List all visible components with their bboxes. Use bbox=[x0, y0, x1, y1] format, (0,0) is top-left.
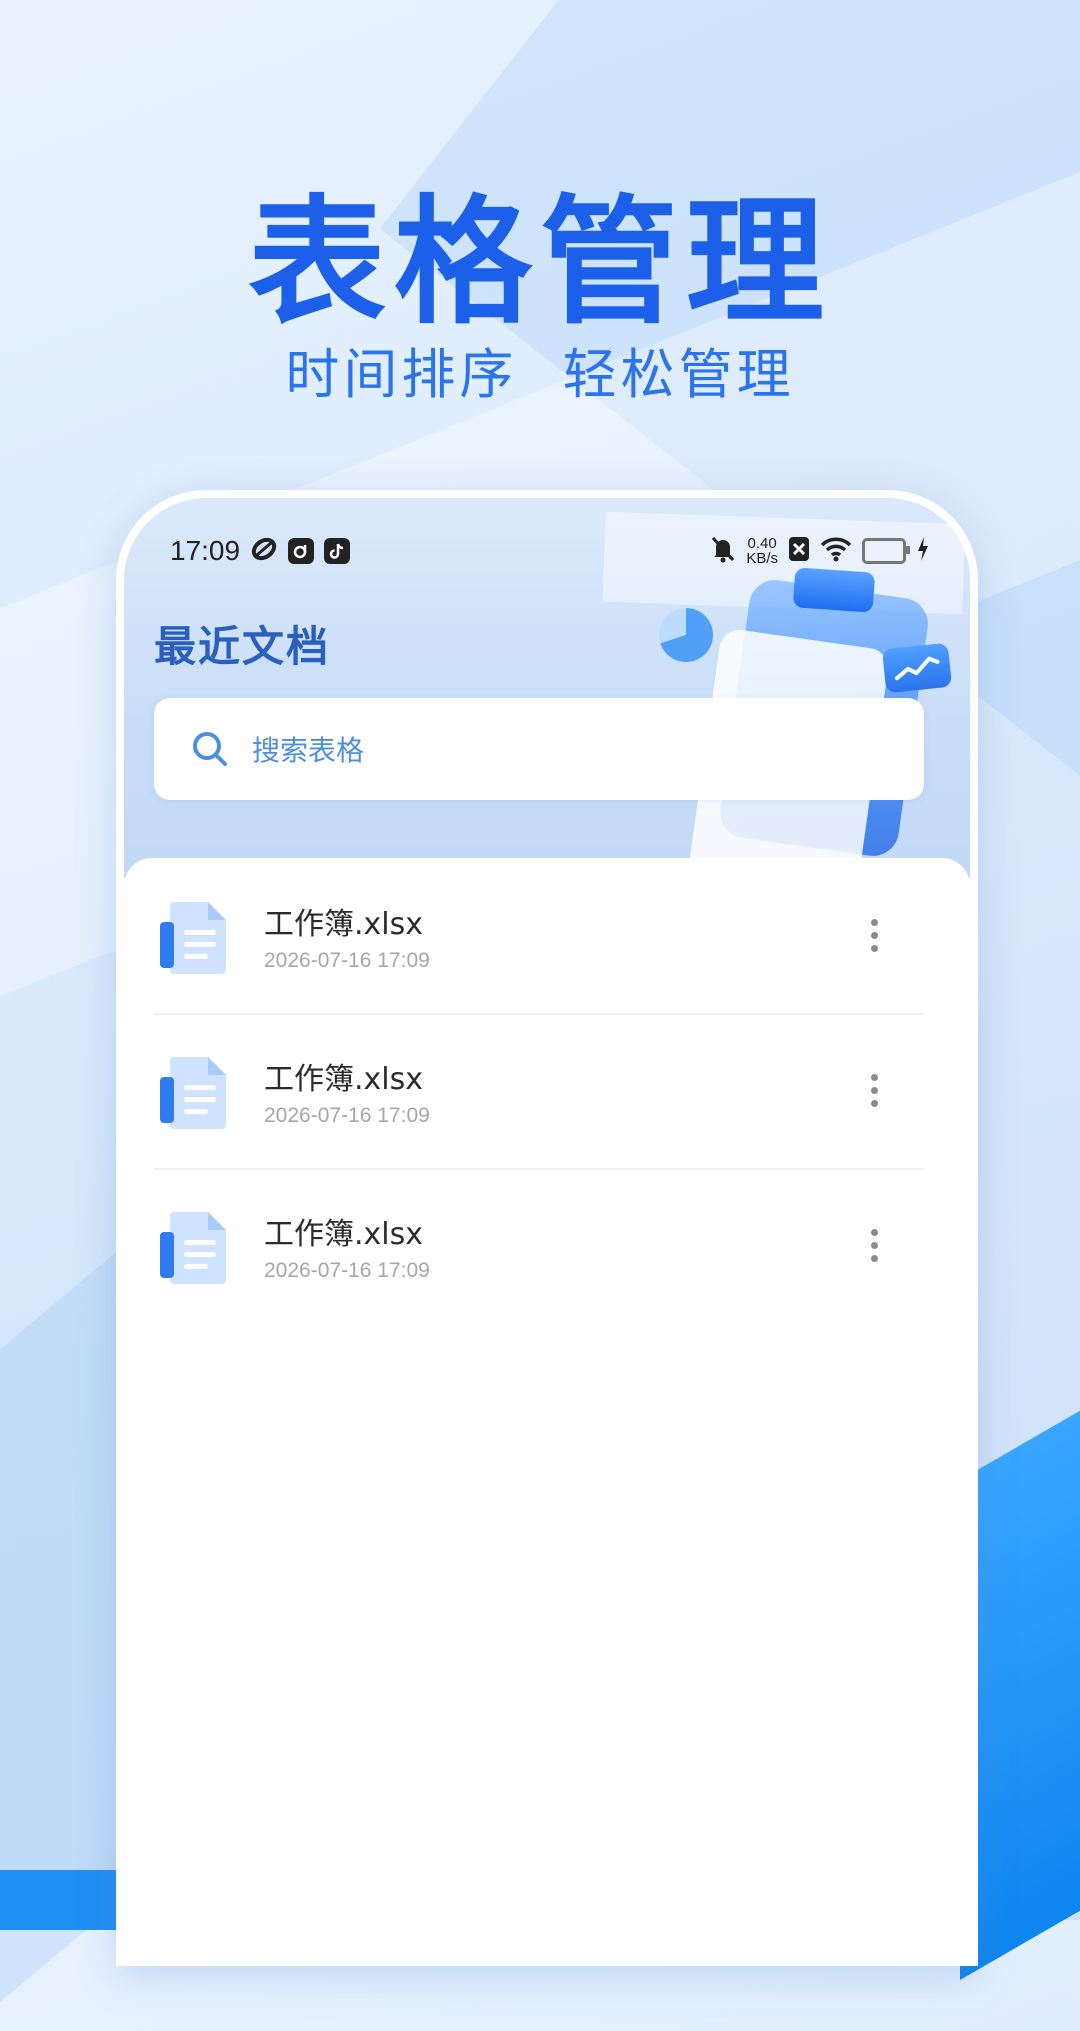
sim-icon bbox=[788, 536, 810, 566]
file-text: 工作簿.xlsx 2026-07-16 17:09 bbox=[264, 1054, 854, 1128]
more-dot bbox=[870, 1242, 878, 1249]
background-accent bbox=[960, 1364, 1080, 1980]
more-options-button[interactable] bbox=[854, 1216, 894, 1276]
background-accent bbox=[0, 1870, 120, 1930]
file-date: 2026-07-16 17:09 bbox=[264, 1103, 430, 1127]
pie-chart-illustration bbox=[659, 608, 713, 662]
network-speed-value: 0.40 bbox=[747, 535, 777, 552]
tiktok-icon bbox=[324, 538, 351, 564]
promo-headline: 表格管理 bbox=[247, 182, 832, 343]
file-list-item[interactable]: 工作簿.xlsx 2026-07-16 17:09 bbox=[154, 858, 924, 1015]
promo-subline: 时间排序 轻松管理 bbox=[285, 343, 795, 406]
more-dot bbox=[870, 932, 878, 939]
file-name: 工作簿.xlsx bbox=[264, 1216, 424, 1252]
page-title: 最近文档 bbox=[154, 622, 331, 671]
file-text: 工作簿.xlsx 2026-07-16 17:09 bbox=[264, 1209, 854, 1283]
spreadsheet-file-icon bbox=[156, 1206, 236, 1286]
status-right: 0.40 KB/s bbox=[710, 535, 930, 567]
more-dot bbox=[870, 1087, 878, 1094]
file-list-item[interactable]: 工作簿.xlsx 2026-07-16 17:09 bbox=[154, 1013, 924, 1170]
recent-files-list: 工作簿.xlsx 2026-07-16 17:09 工作簿.xlsx 2026-… bbox=[124, 858, 970, 1958]
more-options-button[interactable] bbox=[854, 1061, 894, 1121]
mute-icon bbox=[710, 535, 736, 567]
file-name: 工作簿.xlsx bbox=[264, 1061, 424, 1097]
charging-icon bbox=[916, 536, 930, 566]
file-text: 工作簿.xlsx 2026-07-16 17:09 bbox=[264, 899, 854, 973]
app-icon bbox=[288, 538, 315, 564]
file-name: 工作簿.xlsx bbox=[264, 906, 424, 942]
network-speed: 0.40 KB/s bbox=[746, 536, 778, 566]
file-date: 2026-07-16 17:09 bbox=[264, 948, 430, 972]
file-date: 2026-07-16 17:09 bbox=[264, 1258, 430, 1282]
spreadsheet-file-icon bbox=[156, 896, 236, 976]
more-options-button[interactable] bbox=[854, 906, 894, 966]
file-list-item[interactable]: 工作簿.xlsx 2026-07-16 17:09 bbox=[154, 1168, 924, 1323]
more-dot bbox=[870, 919, 878, 926]
more-dot bbox=[870, 945, 878, 952]
status-time: 17:09 bbox=[170, 535, 241, 566]
wifi-icon bbox=[820, 536, 852, 566]
more-dot bbox=[870, 1229, 878, 1236]
more-dot bbox=[870, 1074, 878, 1081]
status-left: 17:09 bbox=[170, 535, 351, 567]
trend-chart-illustration bbox=[881, 642, 953, 694]
status-bar: 17:09 0.40 KB/s bbox=[170, 526, 930, 576]
sync-icon bbox=[250, 535, 278, 567]
search-input[interactable]: 搜索表格 bbox=[154, 698, 924, 800]
more-dot bbox=[870, 1100, 878, 1107]
network-speed-unit: KB/s bbox=[746, 550, 778, 567]
phone-screen: 17:09 0.40 KB/s 最近文档 搜索表格 工作簿.xlsx 2026-… bbox=[116, 490, 978, 1966]
header-area: 17:09 0.40 KB/s 最近文档 搜索表格 bbox=[124, 498, 970, 878]
battery-icon bbox=[862, 538, 910, 564]
spreadsheet-file-icon bbox=[156, 1051, 236, 1131]
search-icon bbox=[188, 727, 232, 771]
more-dot bbox=[870, 1255, 878, 1262]
search-placeholder: 搜索表格 bbox=[252, 734, 365, 767]
